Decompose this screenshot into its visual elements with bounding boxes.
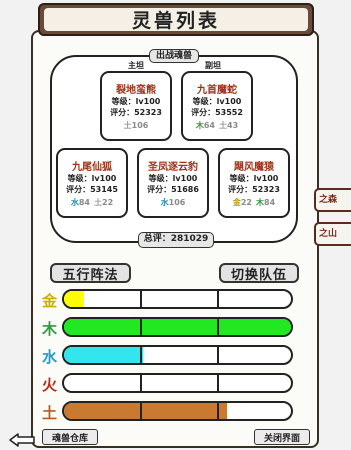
element-row-earth: 土 — [42, 401, 294, 423]
beast-elements: 水84 土22 — [58, 197, 126, 208]
element-earth-progress-bar — [62, 401, 293, 421]
five-element-formation-button[interactable]: 五行阵法 — [50, 263, 131, 283]
title-bar: 灵兽列表 — [38, 3, 314, 36]
segment-divider — [140, 291, 142, 307]
element-row-wood: 木 — [42, 317, 294, 339]
element-value: 22 — [240, 198, 252, 207]
beast-level: 等级：lv100 — [148, 174, 198, 183]
element-value: 22 — [102, 198, 114, 207]
beast-level: 等级：lv100 — [229, 174, 279, 183]
element-earth-stat: 土22 — [94, 197, 113, 208]
beast-name: 圣凤逐云豹 — [148, 162, 198, 173]
beast-card[interactable]: 飓风魔猿 等级：lv100 评分：52323 金22 木84 — [218, 148, 290, 218]
element-water-label: 水 — [42, 348, 58, 366]
element-earth-glyph: 土 — [123, 121, 132, 130]
switch-team-button[interactable]: 切换队伍 — [219, 263, 299, 283]
beast-card[interactable]: 圣凤逐云豹 等级：lv100 评分：51686 水106 — [137, 148, 209, 218]
element-water-stat: 水106 — [161, 197, 186, 208]
segment-divider — [217, 291, 219, 307]
element-water-glyph: 水 — [160, 198, 169, 207]
element-fire-progress-bar — [62, 373, 293, 393]
beast-name: 九尾仙狐 — [72, 162, 112, 173]
side-tab-mountain[interactable]: 之山 — [314, 222, 351, 246]
beast-name: 九首魔蛇 — [197, 85, 237, 96]
element-water-stat: 水84 — [71, 197, 90, 208]
beast-storage-button[interactable]: 魂兽仓库 — [42, 429, 98, 445]
element-earth-fill — [64, 403, 228, 419]
page-title: 灵兽列表 — [44, 8, 308, 32]
beast-elements: 金22 木84 — [220, 197, 288, 208]
element-value: 43 — [227, 121, 239, 130]
element-gold-progress-bar — [62, 289, 293, 309]
beast-score: 评分：52323 — [228, 185, 280, 194]
beast-elements: 土106 — [102, 120, 170, 131]
sub-tank-label: 副坦 — [205, 61, 221, 70]
element-earth-glyph: 土 — [94, 198, 102, 207]
beast-name: 裂地蛮熊 — [116, 85, 156, 96]
segment-divider — [217, 403, 219, 419]
element-wood-stat: 木84 — [256, 197, 275, 208]
segment-divider — [217, 375, 219, 391]
beast-card[interactable]: 九首魔蛇 等级：lv100 评分：53552 木64 土43 — [181, 71, 253, 141]
close-interface-button[interactable]: 关闭界面 — [254, 429, 310, 445]
element-water-fill — [64, 347, 144, 363]
element-earth-label: 土 — [42, 404, 58, 422]
element-earth-stat: 土106 — [124, 120, 149, 131]
element-water-glyph: 水 — [70, 198, 79, 207]
back-arrow-icon[interactable] — [8, 432, 36, 448]
segment-divider — [140, 403, 142, 419]
element-gold-label: 金 — [42, 292, 58, 310]
element-fire-label: 火 — [42, 376, 58, 394]
element-earth-stat: 土43 — [219, 120, 238, 131]
element-value: 106 — [168, 198, 186, 207]
element-wood-glyph: 木 — [256, 198, 264, 207]
beast-level: 等级：lv100 — [192, 97, 242, 106]
element-earth-glyph: 土 — [219, 121, 227, 130]
beast-score: 评分：51686 — [147, 185, 199, 194]
segment-divider — [140, 375, 142, 391]
element-row-water: 水 — [42, 345, 294, 367]
element-value: 84 — [264, 198, 276, 207]
main-tank-label: 主坦 — [128, 61, 144, 70]
total-score: 总评：281029 — [138, 232, 214, 248]
side-tab-forest[interactable]: 之森 — [314, 188, 351, 212]
beast-card[interactable]: 裂地蛮熊 等级：lv100 评分：52323 土106 — [100, 71, 172, 141]
element-wood-stat: 木64 — [196, 120, 215, 131]
element-row-gold: 金 — [42, 289, 294, 311]
beast-score: 评分：52323 — [110, 108, 162, 117]
segment-divider — [140, 347, 142, 363]
element-wood-glyph: 木 — [195, 121, 204, 130]
beast-elements: 水106 — [139, 197, 207, 208]
beast-level: 等级：lv100 — [111, 97, 161, 106]
element-wood-label: 木 — [42, 320, 58, 338]
element-value: 106 — [131, 121, 149, 130]
element-water-progress-bar — [62, 345, 293, 365]
beast-score: 评分：53552 — [191, 108, 243, 117]
element-row-fire: 火 — [42, 373, 294, 395]
element-gold-glyph: 金 — [232, 198, 241, 207]
beast-elements: 木64 土43 — [183, 120, 251, 131]
beast-name: 飓风魔猿 — [234, 162, 274, 173]
beast-card[interactable]: 九尾仙狐 等级：lv100 评分：53145 水84 土22 — [56, 148, 128, 218]
element-value: 84 — [78, 198, 90, 207]
element-wood-progress-bar — [62, 317, 293, 337]
segment-divider — [217, 319, 219, 335]
segment-divider — [140, 319, 142, 335]
battle-beasts-chip: 出战魂兽 — [149, 49, 199, 63]
segment-divider — [217, 347, 219, 363]
beast-score: 评分：53145 — [66, 185, 118, 194]
beast-level: 等级：lv100 — [67, 174, 117, 183]
element-wood-fill — [64, 319, 291, 335]
element-gold-stat: 金22 — [233, 197, 252, 208]
element-value: 64 — [203, 121, 215, 130]
element-gold-fill — [64, 291, 85, 307]
